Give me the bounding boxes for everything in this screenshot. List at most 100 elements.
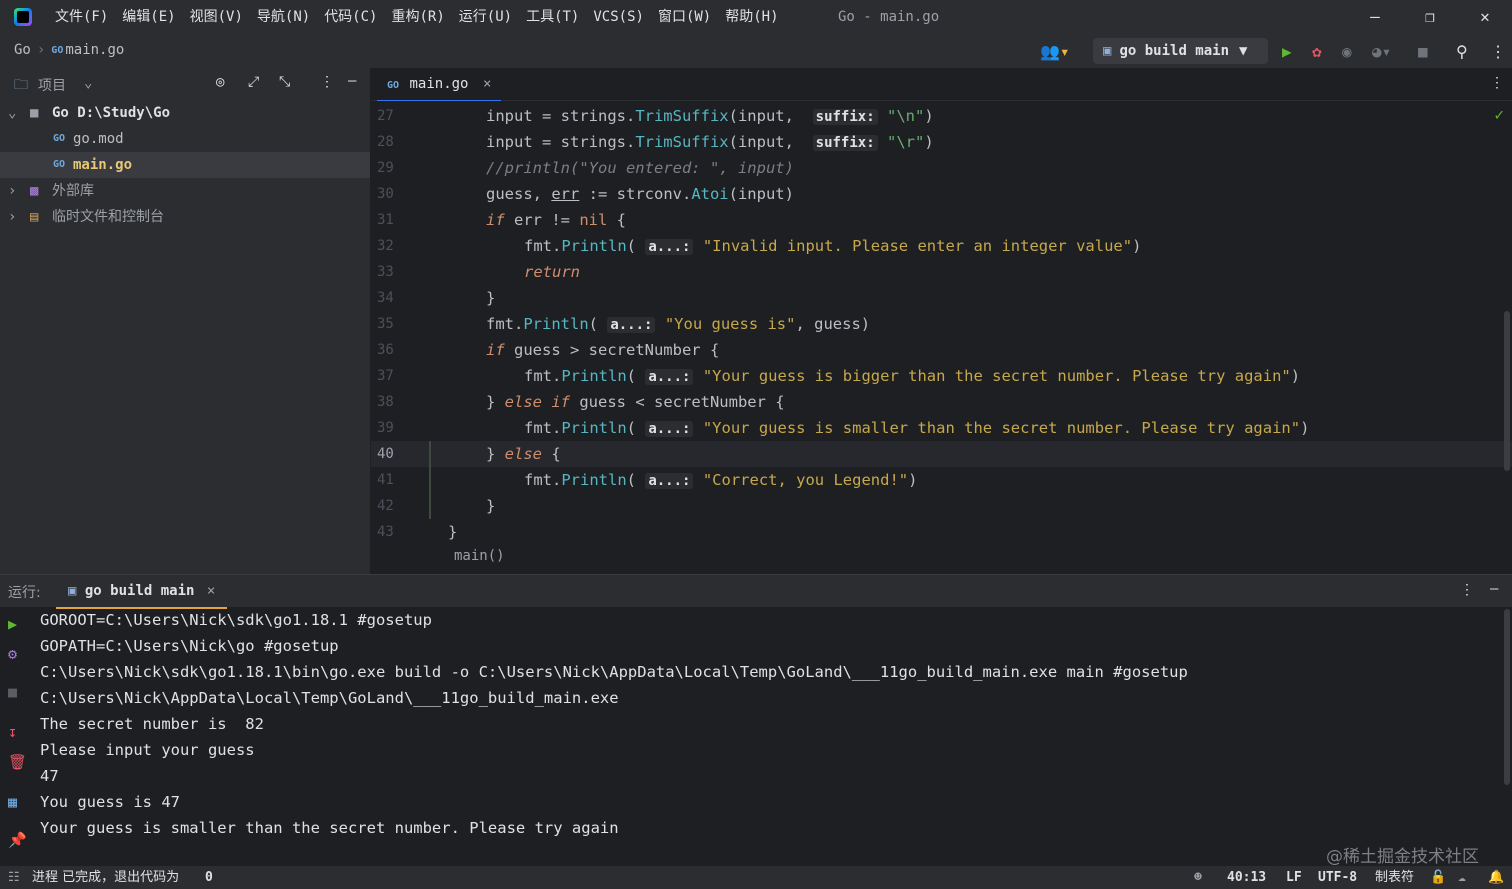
code-token: ) — [924, 133, 934, 151]
tab-main-go[interactable]: GO main.go × — [377, 68, 502, 102]
menu-view[interactable]: 视图(V) — [183, 0, 250, 34]
code-token: input = strings. — [486, 133, 636, 151]
code-token: guess, — [486, 185, 552, 203]
settings-gear-icon[interactable]: ⚙ — [8, 645, 17, 663]
code-token: guess < secretNumber { — [570, 393, 785, 411]
run-config-selector[interactable]: ▣ go build main ▼ — [1093, 38, 1268, 64]
profile-icon[interactable]: ◕▾ — [1372, 42, 1391, 61]
run-icon[interactable]: ▶ — [1282, 42, 1292, 61]
restore-button[interactable]: ❐ — [1405, 0, 1455, 34]
more-icon[interactable]: ⋮ — [1460, 582, 1474, 598]
stop-icon[interactable]: ■ — [1418, 42, 1428, 61]
code-line-33: return — [524, 263, 580, 281]
minimize-button[interactable]: — — [1350, 0, 1400, 34]
code-line-28: input = strings.TrimSuffix(input, suffix… — [486, 129, 934, 155]
line-number: 37 — [377, 368, 394, 384]
hide-icon[interactable]: — — [1490, 581, 1498, 597]
code-token: "Your guess is smaller than the secret n… — [702, 419, 1301, 437]
menu-edit[interactable]: 编辑(E) — [115, 0, 182, 34]
tree-item-root[interactable]: ⌄ ■ Go D:\Study\Go — [0, 100, 370, 126]
console-line: Please input your guess — [40, 741, 255, 759]
tree-item-scratches[interactable]: › ▤ 临时文件和控制台 — [0, 204, 370, 230]
line-number: 36 — [377, 342, 394, 358]
console-scrollbar[interactable] — [1504, 609, 1510, 785]
code-token: err — [551, 185, 580, 203]
cursor-position[interactable]: 40:13 — [1227, 866, 1266, 889]
debug-icon[interactable]: ✿ — [1312, 42, 1322, 61]
project-panel-title[interactable]: 项目 — [38, 75, 66, 95]
menu-code[interactable]: 代码(C) — [317, 0, 384, 34]
menu-navigate[interactable]: 导航(N) — [250, 0, 317, 34]
function-breadcrumb[interactable]: main() — [454, 548, 505, 564]
cloud-icon[interactable]: ☁ — [1458, 866, 1466, 889]
code-token: fmt. — [524, 471, 562, 489]
scroll-to-end-icon[interactable]: ↧ — [8, 723, 17, 741]
goland-logo-icon — [14, 8, 32, 26]
run-panel-label: 运行: — [8, 585, 41, 601]
options-icon[interactable]: ⋮ — [320, 74, 334, 90]
locate-icon[interactable]: ◎ — [216, 74, 224, 90]
code-token: err != — [504, 211, 580, 229]
breadcrumb-file[interactable]: main.go — [65, 42, 124, 58]
line-number-current: 40 — [377, 446, 394, 462]
stop-icon[interactable]: ■ — [8, 683, 17, 701]
breadcrumb-project[interactable]: Go — [14, 42, 31, 58]
breadcrumb: Go › GO main.go — [14, 42, 124, 58]
code-line-36: if guess > secretNumber { — [486, 337, 719, 363]
tree-item-external-libraries[interactable]: › ▩ 外部库 — [0, 178, 370, 204]
line-separator[interactable]: LF — [1286, 866, 1302, 889]
menu-help[interactable]: 帮助(H) — [718, 0, 785, 34]
indent-setting[interactable]: 制表符 — [1375, 866, 1414, 889]
menu-tools[interactable]: 工具(T) — [519, 0, 586, 34]
check-icon[interactable]: ✓ — [1494, 105, 1504, 124]
close-tab-icon[interactable]: × — [207, 583, 215, 599]
breadcrumb-separator: › — [36, 42, 46, 58]
tree-item-go-mod[interactable]: GO go.mod — [0, 126, 370, 152]
code-token: (input, — [728, 107, 804, 125]
menu-refactor[interactable]: 重构(R) — [384, 0, 451, 34]
line-number: 32 — [377, 238, 394, 254]
more-icon[interactable]: ⋮ — [1490, 75, 1504, 91]
users-icon[interactable]: 👥▾ — [1040, 42, 1070, 61]
ai-assistant-icon[interactable]: ☻ — [1194, 866, 1202, 889]
rerun-icon[interactable]: ▶ — [8, 615, 17, 633]
editor-scrollbar[interactable] — [1504, 311, 1510, 471]
editor-tab-bar: GO main.go × ⋮ — [371, 68, 1512, 102]
tree-item-main-go[interactable]: GO main.go — [0, 152, 370, 178]
code-token: "\r" — [887, 133, 925, 151]
pin-icon[interactable]: 📌 — [8, 831, 27, 849]
search-icon[interactable]: ⚲ — [1456, 42, 1468, 61]
layout-icon[interactable]: ▦ — [8, 793, 17, 811]
code-token: if — [486, 341, 505, 359]
menu-window[interactable]: 窗口(W) — [651, 0, 718, 34]
code-token: fmt. — [524, 237, 562, 255]
code-editor[interactable]: 27 28 29 30 31 32 33 34 35 36 37 38 39 4… — [371, 101, 1512, 574]
coverage-icon[interactable]: ◉ — [1342, 42, 1352, 61]
trash-icon[interactable]: 🗑 — [8, 753, 27, 771]
line-number: 35 — [377, 316, 394, 332]
hide-icon[interactable]: — — [348, 73, 356, 89]
file-encoding[interactable]: UTF-8 — [1318, 866, 1357, 889]
more-icon[interactable]: ⋮ — [1490, 42, 1506, 61]
lock-icon[interactable]: 🔓 — [1430, 866, 1446, 889]
close-window-button[interactable]: ✕ — [1460, 0, 1510, 34]
collapse-all-icon[interactable]: ⤡ — [279, 74, 290, 90]
menu-run[interactable]: 运行(U) — [452, 0, 519, 34]
status-bar: ☷ 进程 已完成，退出代码为 0 ☻ 40:13 LF UTF-8 制表符 🔓 … — [0, 866, 1512, 889]
progress-icon[interactable]: ☷ — [8, 866, 20, 889]
notification-bell-icon[interactable]: 🔔 — [1488, 866, 1504, 889]
run-tab-go-build-main[interactable]: ▣ go build main × — [56, 575, 228, 609]
library-icon: ▩ — [30, 183, 39, 199]
line-number: 38 — [377, 394, 394, 410]
menu-file[interactable]: 文件(F) — [48, 0, 115, 34]
close-tab-icon[interactable]: × — [483, 76, 491, 92]
code-line-32: fmt.Println( a...: "Invalid input. Pleas… — [524, 233, 1141, 259]
expand-all-icon[interactable]: ⤢ — [248, 74, 259, 90]
menu-vcs[interactable]: VCS(S) — [586, 0, 651, 34]
chevron-down-icon[interactable]: ⌄ — [84, 75, 92, 91]
code-token: (input) — [728, 185, 794, 203]
go-build-icon: ▣ — [1103, 43, 1112, 59]
line-number-gutter: 27 28 29 30 31 32 33 34 35 36 37 38 39 4… — [371, 101, 431, 574]
code-token: if — [486, 211, 505, 229]
code-token: TrimSuffix — [635, 107, 729, 125]
